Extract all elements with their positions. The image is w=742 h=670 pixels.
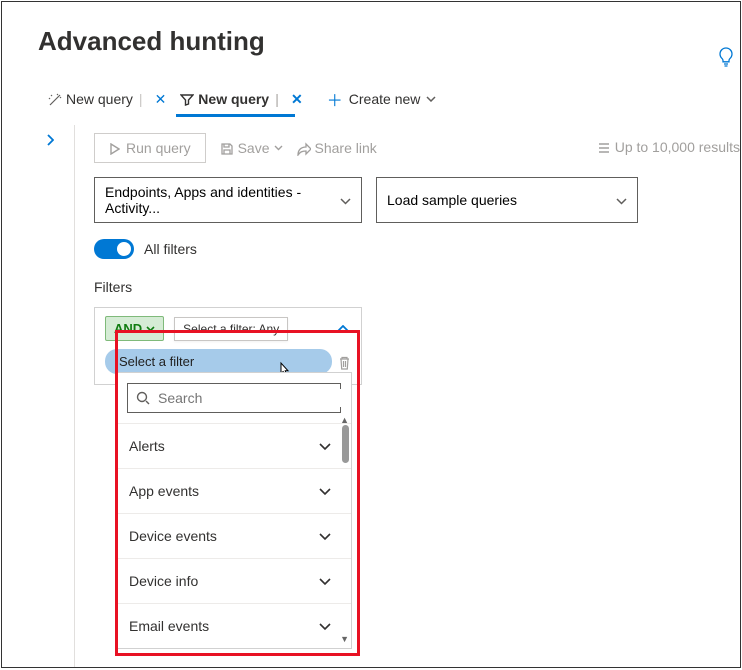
tab-label: New query bbox=[198, 91, 269, 107]
chevron-down-icon bbox=[319, 528, 331, 544]
toolbar: Run query Save Share link bbox=[42, 119, 740, 177]
close-icon[interactable]: ✕ bbox=[285, 91, 309, 108]
save-button[interactable]: Save bbox=[220, 140, 283, 156]
page-title: Advanced hunting bbox=[2, 2, 740, 57]
category-label: Email events bbox=[129, 618, 209, 634]
share-link-label: Share link bbox=[315, 140, 377, 156]
divider bbox=[74, 125, 75, 668]
tab-label: New query bbox=[66, 91, 133, 107]
search-input-wrapper[interactable] bbox=[127, 383, 341, 413]
divider: | bbox=[137, 91, 145, 107]
all-filters-label: All filters bbox=[144, 241, 197, 257]
category-label: Alerts bbox=[129, 438, 165, 454]
category-label: Device events bbox=[129, 528, 217, 544]
filter-category-alerts[interactable]: Alerts bbox=[117, 423, 351, 468]
logic-operator-label: AND bbox=[114, 321, 142, 336]
sample-queries-dropdown[interactable]: Load sample queries bbox=[376, 177, 638, 223]
divider: | bbox=[273, 91, 281, 107]
filter-tooltip: Select a filter: Any bbox=[174, 317, 288, 341]
scope-value: Endpoints, Apps and identities - Activit… bbox=[105, 184, 340, 216]
category-label: Device info bbox=[129, 573, 198, 589]
all-filters-toggle[interactable] bbox=[94, 239, 134, 259]
save-label: Save bbox=[238, 140, 270, 156]
category-label: App events bbox=[129, 483, 199, 499]
tab-new-query-1[interactable]: New query | ✕ bbox=[44, 87, 176, 116]
logic-operator-chip[interactable]: AND bbox=[105, 316, 164, 341]
tab-new-query-2[interactable]: New query | ✕ bbox=[176, 87, 312, 116]
share-icon bbox=[297, 140, 311, 156]
results-hint-label: Up to 10,000 results bbox=[615, 139, 740, 155]
run-query-button[interactable]: Run query bbox=[94, 133, 206, 163]
chevron-down-icon bbox=[319, 618, 331, 634]
chevron-down-icon bbox=[340, 192, 351, 208]
lightbulb-icon[interactable] bbox=[718, 46, 734, 67]
plus-icon: ＋ bbox=[327, 87, 343, 111]
wand-icon bbox=[48, 91, 62, 107]
chevron-down-icon bbox=[616, 192, 627, 208]
chevron-down-icon bbox=[274, 142, 283, 153]
filter-icon bbox=[180, 91, 194, 107]
close-icon[interactable]: ✕ bbox=[149, 91, 173, 108]
chevron-down-icon bbox=[319, 438, 331, 454]
results-hint: Up to 10,000 results bbox=[595, 139, 740, 155]
list-icon bbox=[595, 139, 609, 155]
save-icon bbox=[220, 140, 234, 156]
search-icon bbox=[136, 389, 150, 407]
scroll-down-arrow[interactable]: ▼ bbox=[340, 634, 349, 644]
sample-queries-value: Load sample queries bbox=[387, 192, 517, 208]
chevron-up-icon[interactable] bbox=[337, 322, 349, 336]
share-link-button[interactable]: Share link bbox=[297, 140, 377, 156]
delete-icon[interactable] bbox=[338, 353, 351, 369]
collapse-chevron-icon[interactable] bbox=[46, 131, 54, 147]
chevron-down-icon bbox=[426, 94, 436, 105]
scrollbar-thumb[interactable] bbox=[342, 425, 349, 463]
filter-category-device-info[interactable]: Device info bbox=[117, 558, 351, 603]
create-new-label: Create new bbox=[349, 91, 421, 107]
filter-category-email-events[interactable]: Email events bbox=[117, 603, 351, 648]
filter-category-app-events[interactable]: App events bbox=[117, 468, 351, 513]
run-query-label: Run query bbox=[126, 140, 191, 156]
play-icon bbox=[109, 140, 120, 156]
scroll-up-arrow[interactable]: ▲ bbox=[340, 415, 349, 425]
create-new-button[interactable]: ＋ Create new bbox=[313, 83, 445, 119]
filters-section-label: Filters bbox=[42, 259, 740, 295]
select-filter-pill[interactable]: Select a filter bbox=[105, 349, 332, 374]
scope-dropdown[interactable]: Endpoints, Apps and identities - Activit… bbox=[94, 177, 362, 223]
chevron-down-icon bbox=[319, 573, 331, 589]
filter-category-device-events[interactable]: Device events bbox=[117, 513, 351, 558]
tab-bar: New query | ✕ New query | ✕ ＋ Create new bbox=[2, 57, 740, 119]
filter-category-dropdown: ▲ Alerts App events Device events Device… bbox=[116, 372, 352, 649]
search-input[interactable] bbox=[156, 389, 341, 407]
chevron-down-icon bbox=[319, 483, 331, 499]
